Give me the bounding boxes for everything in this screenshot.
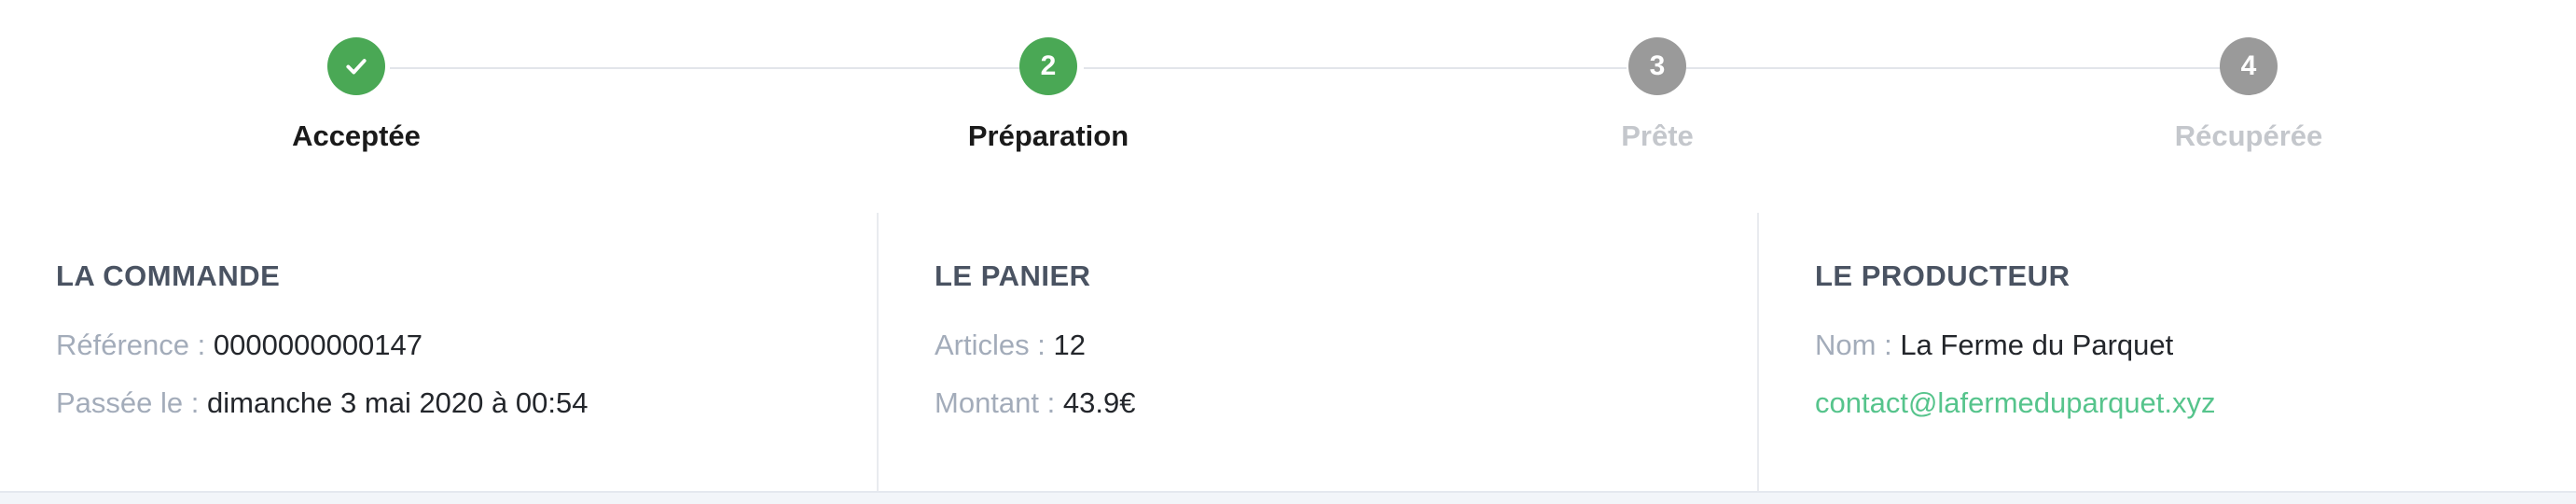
order-date-row: Passée le : dimanche 3 mai 2020 à 00:54 [56,386,877,420]
step-label-collected: Récupérée [2174,119,2323,152]
step-number-ready: 3 [1628,37,1686,95]
basket-panel: LE PANIER Articles : 12 Montant : 43.9€ [877,213,1757,491]
basket-items-row: Articles : 12 [935,329,1757,362]
order-panel-title: LA COMMANDE [56,259,281,292]
check-icon [327,37,385,95]
basket-items-value: 12 [1053,329,1086,361]
order-panel: LA COMMANDE Référence : 0000000000147 Pa… [0,213,877,491]
step-preparation: 2 Préparation [899,37,1198,153]
producer-email-row: contact@lafermeduparquet.xyz [1815,386,2576,420]
step-number-collected: 4 [2220,37,2278,95]
step-ready: 3 Prête [1508,37,1807,153]
basket-items-label: Articles : [935,329,1046,361]
producer-panel-title: LE PRODUCTEUR [1815,259,2070,292]
producer-email-link[interactable]: contact@lafermeduparquet.xyz [1815,386,2216,419]
step-label-ready: Prête [1621,119,1694,152]
order-reference-row: Référence : 0000000000147 [56,329,877,362]
basket-amount-row: Montant : 43.9€ [935,386,1757,420]
step-number-preparation: 2 [1019,37,1077,95]
basket-amount-value: 43.9€ [1062,386,1136,419]
order-details-panels: LA COMMANDE Référence : 0000000000147 Pa… [0,213,2576,491]
producer-name-label: Nom : [1815,329,1892,361]
basket-amount-label: Montant : [935,386,1056,419]
step-collected: 4 Récupérée [2099,37,2398,153]
producer-name-value: La Ferme du Parquet [1900,329,2174,361]
order-progress-stepper: Acceptée 2 Préparation 3 Prête 4 Récupér… [0,0,2576,196]
check-icon-glyph [346,59,367,75]
producer-name-row: Nom : La Ferme du Parquet [1815,329,2576,362]
order-date-label: Passée le : [56,386,200,419]
order-reference-value: 0000000000147 [213,329,423,361]
producer-panel: LE PRODUCTEUR Nom : La Ferme du Parquet … [1757,213,2576,491]
bottom-divider [0,491,2576,504]
step-accepted: Acceptée [207,37,506,153]
basket-panel-title: LE PANIER [935,259,1091,292]
order-reference-label: Référence : [56,329,206,361]
step-label-preparation: Préparation [967,119,1129,152]
order-date-value: dimanche 3 mai 2020 à 00:54 [207,386,589,419]
step-label-accepted: Acceptée [292,119,421,152]
order-status-page: Acceptée 2 Préparation 3 Prête 4 Récupér… [0,0,2576,504]
